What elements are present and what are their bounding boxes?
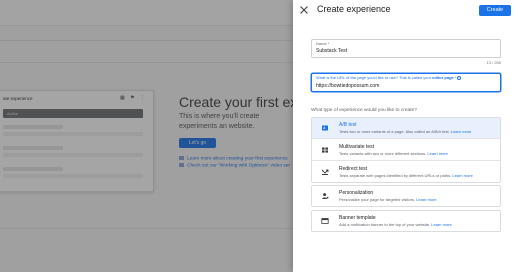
option-redirect-test[interactable]: Redirect test Tests separate web pages i… (312, 162, 500, 183)
personalization-group: Personalization Personalize your page fo… (311, 185, 501, 207)
create-button[interactable]: Create (479, 5, 511, 16)
option-banner-template[interactable]: Banner template Add a notification banne… (312, 211, 500, 232)
close-button[interactable] (299, 5, 309, 15)
url-field-value: https://bowtiedopossum.com (316, 83, 380, 89)
learn-more-link[interactable]: Learn more (451, 129, 471, 134)
learn-more-link[interactable]: Learn more (452, 173, 472, 178)
panel-title: Create experience (317, 4, 391, 14)
option-title: A/B test (339, 122, 357, 128)
create-experience-panel: Create experience Create Name * Substack… (293, 0, 520, 272)
name-field-label: Name * (316, 41, 330, 46)
option-personalization[interactable]: Personalization Personalize your page fo… (312, 186, 500, 207)
redirect-icon (321, 168, 329, 176)
option-title: Redirect test (339, 166, 368, 172)
screen: ate experience ▦ ⚑ ⋮ Active Create your … (0, 0, 520, 272)
divider (312, 138, 500, 139)
banner-icon (321, 217, 329, 225)
test-type-group: A/B test Tests two or more variants of a… (311, 117, 501, 183)
option-description: Personalize your page for targeted visit… (339, 197, 437, 202)
divider (312, 160, 500, 161)
close-icon (300, 6, 308, 14)
option-description: Tests separate web pages identified by d… (339, 173, 473, 178)
learn-more-link[interactable]: Learn more (427, 151, 447, 156)
help-icon[interactable] (457, 75, 462, 80)
grid-icon (321, 146, 329, 154)
option-title: Multivariate test (339, 144, 375, 150)
option-multivariate-test[interactable]: Multivariate test Tests variants with tw… (312, 140, 500, 161)
name-field[interactable]: Name * Substack Test (311, 39, 501, 58)
option-title: Banner template (339, 215, 376, 221)
banner-group: Banner template Add a notification banne… (311, 210, 501, 232)
person-icon (321, 192, 329, 200)
learn-more-link[interactable]: Learn more (416, 197, 436, 202)
option-title: Personalization (339, 190, 374, 196)
name-field-value: Substack Test (316, 48, 348, 54)
option-ab-test[interactable]: A/B test Tests two or more variants of a… (312, 118, 500, 139)
editor-page-url-field[interactable]: What is the URL of the page you'd like t… (311, 73, 501, 92)
experience-type-question: What type of experience would you like t… (311, 108, 417, 113)
option-description: Tests variants with two or more differen… (339, 151, 448, 156)
option-description: Tests two or more variants of a page. Al… (339, 129, 472, 134)
url-field-label: What is the URL of the page you'd like t… (316, 75, 462, 80)
name-character-counter: 13 / 255 (486, 60, 501, 65)
option-description: Add a notification banner to the top of … (339, 222, 452, 227)
learn-more-link[interactable]: Learn more (431, 222, 451, 227)
ab-test-icon (321, 124, 329, 132)
